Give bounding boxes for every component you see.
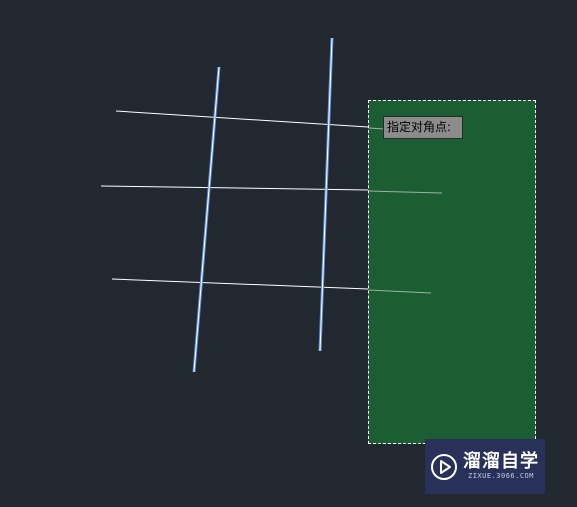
command-prompt-tooltip: 指定对角点: [383,116,463,139]
vertical-line-left[interactable] [193,66,220,373]
play-icon [431,453,457,480]
horizontal-line-1-in-selection [369,127,385,130]
horizontal-line-3[interactable] [111,278,369,290]
horizontal-line-2-in-selection [369,190,443,194]
crossing-selection-window [368,100,536,444]
selection-window-lines [369,127,443,294]
watermark-url: ZIXUE.3066.COM [467,472,534,480]
vertical-line-right[interactable] [319,37,333,352]
horizontal-line-3-in-selection [369,289,432,294]
watermark-logo: 溜溜自学 ZIXUE.3066.COM [425,439,545,494]
watermark-name: 溜溜自学 [463,451,539,472]
horizontal-line-2[interactable] [100,185,369,191]
